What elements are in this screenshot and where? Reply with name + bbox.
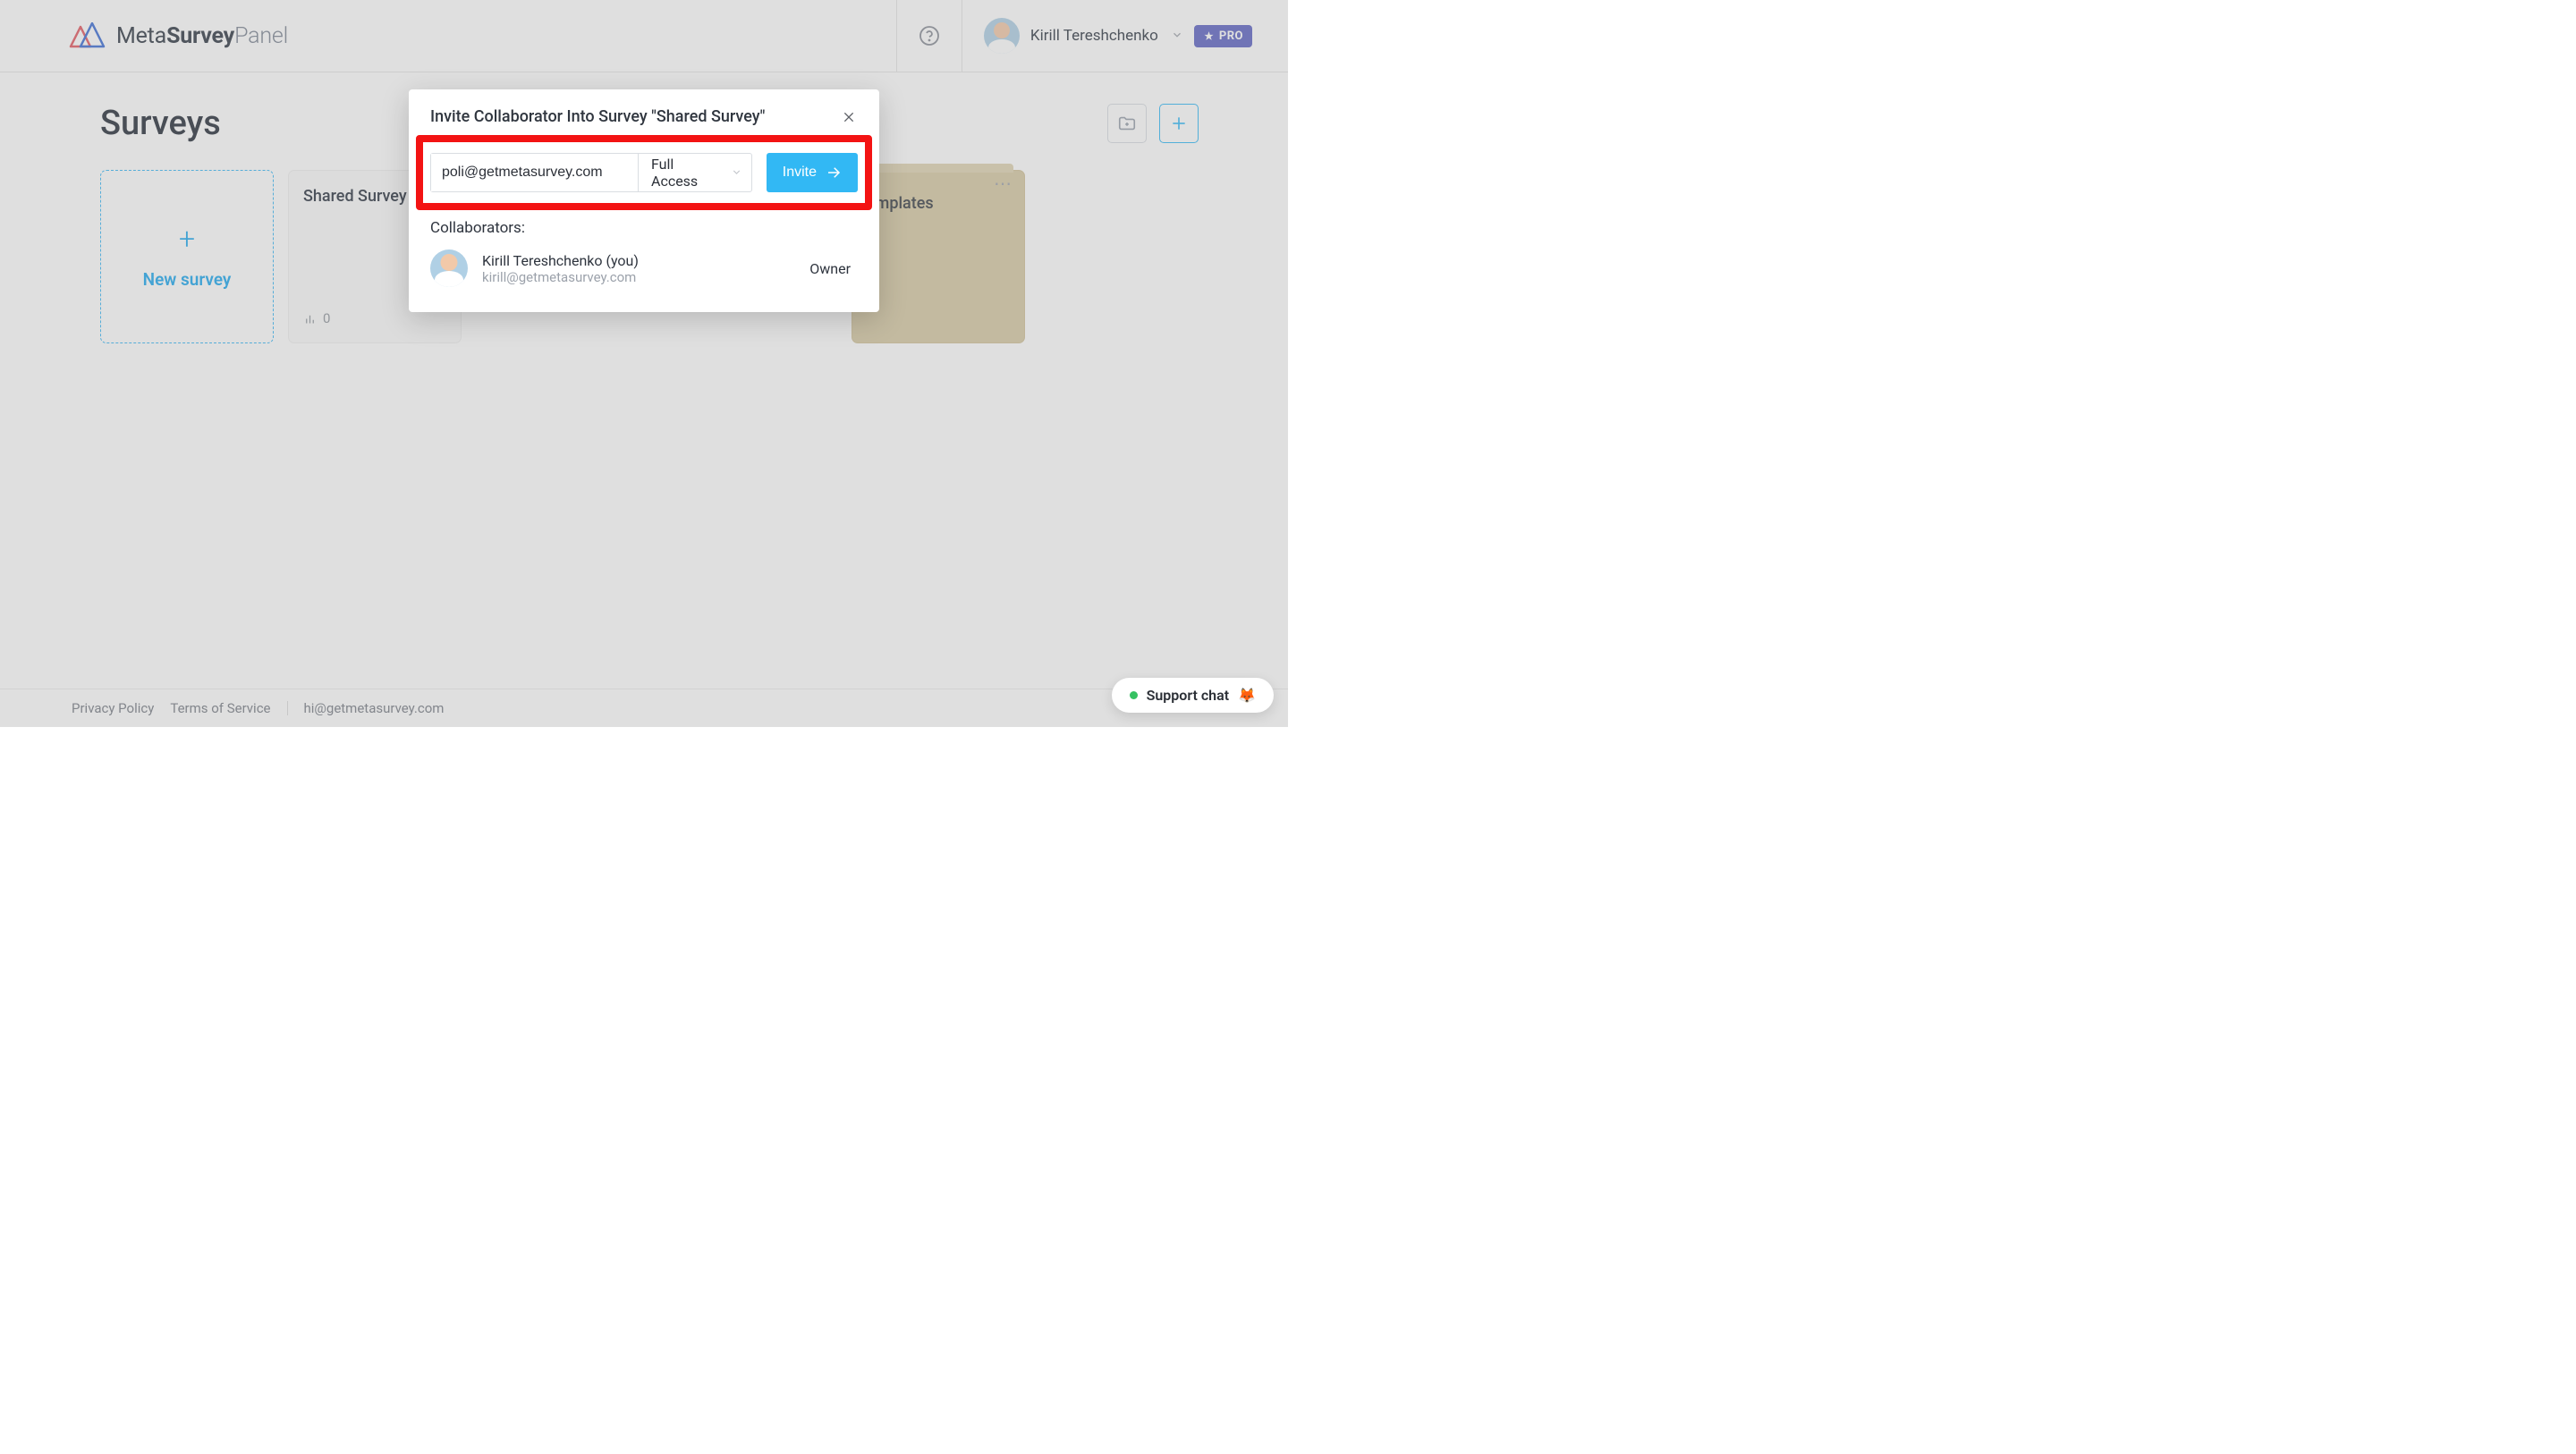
access-level-label: Full Access <box>651 156 721 190</box>
collaborator-row: Kirill Tereshchenko (you) kirill@getmeta… <box>430 249 858 287</box>
access-level-select[interactable]: Full Access <box>639 154 751 191</box>
collaborator-name: Kirill Tereshchenko (you) <box>482 252 639 269</box>
collaborator-info: Kirill Tereshchenko (you) kirill@getmeta… <box>482 252 639 285</box>
collaborator-avatar <box>430 249 468 287</box>
collaborator-email: kirill@getmetasurvey.com <box>482 269 639 285</box>
support-chat-button[interactable]: Support chat 🦊 <box>1112 678 1274 713</box>
modal-header: Invite Collaborator Into Survey "Shared … <box>430 107 858 126</box>
arrow-right-icon <box>826 165 842 181</box>
collaborator-email-input[interactable] <box>431 154 639 191</box>
close-icon <box>842 110 856 124</box>
invite-collaborator-modal: Invite Collaborator Into Survey "Shared … <box>409 89 879 312</box>
invite-button-label: Invite <box>783 165 817 181</box>
fox-emoji-icon: 🦊 <box>1238 687 1256 704</box>
invite-input-group: Full Access <box>430 153 752 192</box>
invite-form-highlight: Full Access Invite <box>416 135 872 210</box>
close-button[interactable] <box>840 110 858 124</box>
modal-title: Invite Collaborator Into Survey "Shared … <box>430 107 765 126</box>
collaborators-heading: Collaborators: <box>430 219 858 237</box>
invite-button[interactable]: Invite <box>767 153 858 192</box>
chevron-down-icon <box>731 165 742 182</box>
support-chat-label: Support chat <box>1147 687 1230 704</box>
collaborator-role: Owner <box>809 260 858 277</box>
status-online-icon <box>1130 691 1138 699</box>
